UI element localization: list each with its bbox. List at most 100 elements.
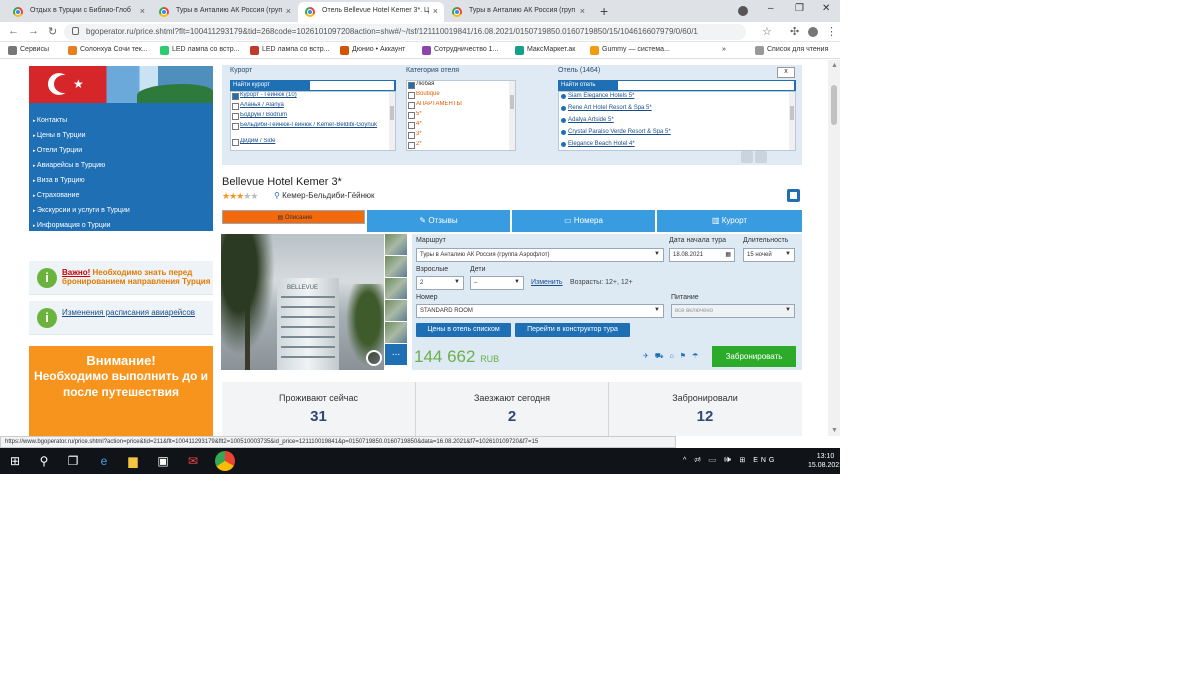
minimize-icon[interactable]: – [768,3,774,14]
hotel-list-scrollbar[interactable] [789,92,795,150]
resort-list-scrollbar[interactable] [389,92,395,150]
photo-thumbnail[interactable] [385,300,407,321]
hotel-option[interactable]: Rene Art Hotel Resort & Spa 5* [559,104,795,116]
info-box-schedule[interactable]: i Изменения расписания авиарейсов [29,301,213,335]
bookmark-item[interactable]: LED лампа со встр... [250,46,329,55]
checkbox[interactable] [408,142,415,149]
start-date-field[interactable]: 18.08.2021 ▦ [669,248,735,262]
photo-thumbnail[interactable] [385,278,407,299]
bookmark-item[interactable]: LED лампа со встр... [160,46,239,55]
photo-thumbnail[interactable] [385,256,407,277]
category-option[interactable]: Любая [407,81,515,91]
back-icon[interactable]: ← [8,25,19,37]
system-tray[interactable]: ^ 🕫 ▭ 🕪 ⊞ ENG [683,456,777,467]
page-scrollbar[interactable]: ▲ ▼ [828,60,840,436]
scrollbar-thumb[interactable] [831,85,837,125]
browser-tab[interactable]: Отдых в Турции с Библио-Глоб × [6,2,151,22]
bookmark-item[interactable]: Gummy — система... [590,46,670,55]
hotel-option[interactable]: Elegance Beach Hotel 4* [559,140,795,152]
duration-select[interactable]: 15 ночей ▼ [743,248,795,262]
hotel-option[interactable]: Siam Elegance Hotels 5* [559,92,795,104]
forward-icon[interactable]: → [28,25,39,37]
checkbox[interactable] [232,103,239,110]
hotel-option[interactable]: Adalya Artside 5* [559,116,795,128]
checkbox[interactable] [408,122,415,129]
resort-option[interactable]: Дидим / Side [231,138,395,148]
tab-rooms[interactable]: ▭ Номера [512,210,655,232]
browser-tab[interactable]: Туры в Анталию АК Россия (груп × [152,2,297,22]
bookmarks-overflow[interactable]: » [722,46,726,53]
resort-option[interactable]: Аланья / Alanya [231,102,395,112]
room-select[interactable]: STANDARD ROOM ▼ [416,304,664,318]
bookmark-item[interactable]: МаксМаркет.ак [515,46,575,55]
checkbox[interactable] [408,92,415,99]
category-option[interactable]: 4* [407,121,515,131]
info-box-important[interactable]: i Важно! Необходимо знать перед брониров… [29,261,213,295]
new-tab-button[interactable]: + [600,3,608,19]
tab-description[interactable]: ▤ Описание [222,210,365,224]
photo-thumbnail[interactable] [385,234,407,255]
resort-option[interactable]: Курорт - Гейнюк (10) [231,92,395,102]
category-list-scrollbar[interactable] [509,81,515,150]
print-button[interactable] [787,189,800,202]
menu-icon[interactable]: ⋮ [826,25,837,38]
task-view-icon[interactable]: ❐ [65,453,81,469]
category-option[interactable]: 2* [407,141,515,151]
close-tab-icon[interactable]: × [580,6,585,16]
scroll-down-icon[interactable]: ▼ [831,427,838,434]
category-option[interactable]: Boutique [407,91,515,101]
star-icon[interactable]: ☆ [762,25,772,38]
close-window-icon[interactable]: ✕ [822,3,830,14]
category-option[interactable]: 3* [407,131,515,141]
resort-search-input[interactable] [310,81,394,90]
children-select[interactable]: – ▼ [470,276,524,290]
close-tab-icon[interactable]: × [433,6,438,16]
hotel-search-input[interactable] [618,81,794,90]
close-filters-button[interactable]: x [777,67,795,78]
nav-flights[interactable]: Авиарейсы в Турцию [29,160,213,175]
resort-search[interactable]: Найти курорт [230,80,396,91]
hotel-search[interactable]: Найти отель [558,80,796,91]
edge-icon[interactable]: e [96,453,112,469]
checkbox[interactable] [232,123,239,130]
store-icon[interactable]: ▣ [155,453,171,469]
hotel-option[interactable]: Crystal Paraiso Verde Resort & Spa 5* [559,128,795,140]
calendar-icon[interactable]: ▦ [725,251,731,258]
category-option[interactable]: 5* [407,111,515,121]
resort-option[interactable]: Бельдиби-Гейнюк-Гёйнюк / Kemer-Beldibi-G… [231,122,395,138]
resort-option[interactable]: Бодрум / Bodrum [231,112,395,122]
nav-info[interactable]: Информация о Турции [29,220,213,235]
tab-resort[interactable]: ▥ Курорт [657,210,802,232]
bookmark-item[interactable]: Дюнио • Аккаунт [340,46,405,55]
nav-hotels[interactable]: Отели Турции [29,145,213,160]
bookmark-apps[interactable]: Сервисы [8,46,49,55]
checkbox[interactable] [232,139,239,146]
nav-insurance[interactable]: Страхование [29,190,213,205]
file-explorer-icon[interactable]: ▆ [125,453,141,469]
nav-prices[interactable]: Цены в Турции [29,130,213,145]
checkbox[interactable] [408,102,415,109]
browser-tab[interactable]: Туры в Анталию АК Россия (груп × [445,2,591,22]
browser-tab-active[interactable]: Отель Bellevue Hotel Kemer 3*. Ц × [298,2,444,22]
book-button[interactable]: Забронировать [712,346,796,367]
hotel-location[interactable]: ⚲ Кемер-Бельдиби-Гёйнюк [274,191,375,200]
scroll-up-icon[interactable]: ▲ [831,62,838,69]
more-photos-button[interactable]: ... [385,344,407,365]
info-box-text[interactable]: Важно! Необходимо знать перед бронирован… [62,268,212,286]
close-tab-icon[interactable]: × [140,6,145,16]
bookmark-item[interactable]: Солонхуа Сочи тек... [68,46,148,55]
checkbox[interactable] [408,112,415,119]
checkbox[interactable] [408,132,415,139]
chrome-taskbar-icon[interactable] [215,451,235,471]
checkbox[interactable] [232,113,239,120]
close-tab-icon[interactable]: × [286,6,291,16]
meal-select[interactable]: все включено ▼ [671,304,795,318]
warning-banner[interactable]: Внимание! Необходимо выполнить до и посл… [29,346,213,436]
zoom-icon[interactable] [366,350,382,366]
route-select[interactable]: Туры в Анталию АК Россия (группа Аэрофло… [416,248,664,262]
adults-select[interactable]: 2 ▼ [416,276,464,290]
windows-start-icon[interactable]: ⊞ [7,453,23,469]
system-clock[interactable]: 13:10 15.08.2021 [808,452,840,470]
prices-list-button[interactable]: Цены в отель списком [416,323,511,337]
profile-avatar-icon[interactable] [808,27,818,37]
